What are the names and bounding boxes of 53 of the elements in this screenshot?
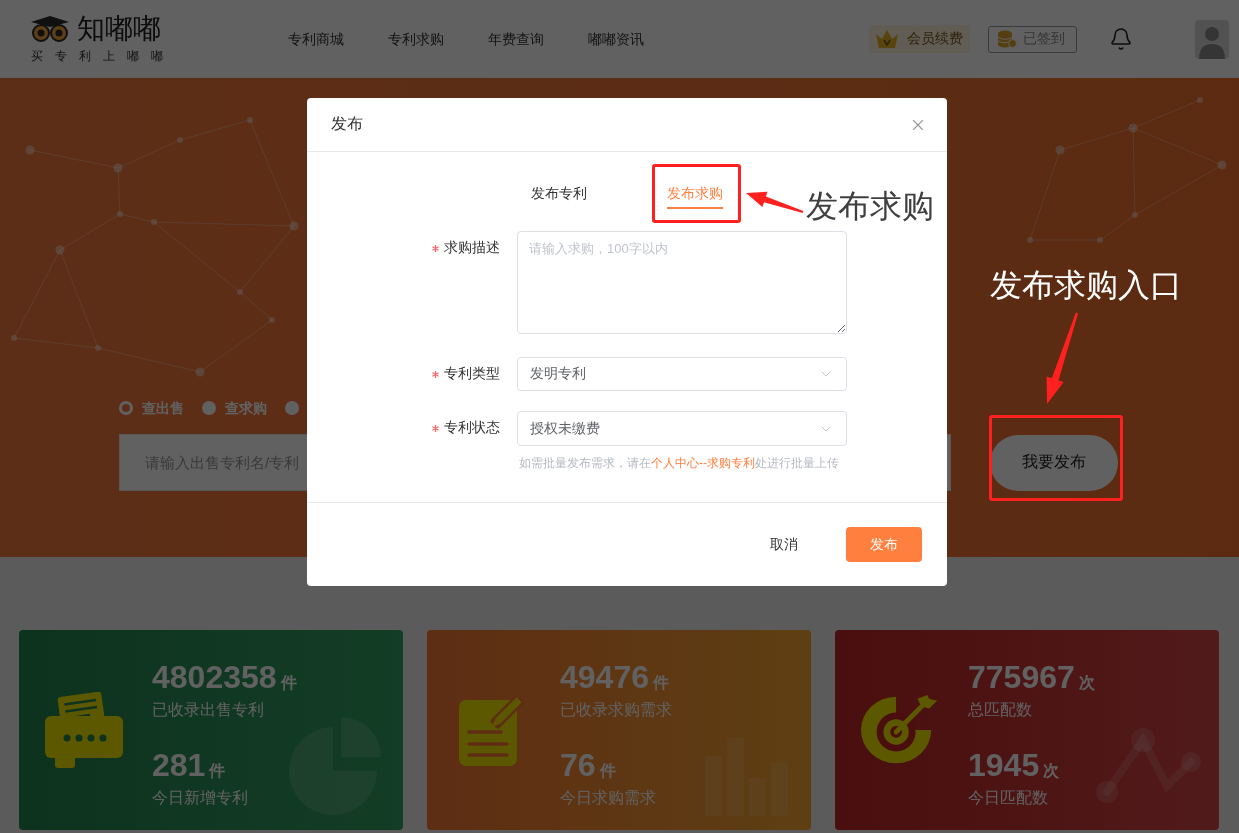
select-field[interactable]: 发明专利 <box>517 357 847 391</box>
stat-number: 281 <box>152 747 206 783</box>
dialog-title: 发布 <box>331 114 363 134</box>
logo-text: 知嘟嘟 <box>77 15 161 43</box>
target-arrow-icon <box>861 694 939 766</box>
stat-unit: 件 <box>599 761 616 781</box>
publish-button[interactable]: 我要发布 <box>990 434 1118 491</box>
hint-text: 如需批量发布需求，请在个人中心--求购专利处进行批量上传 <box>519 455 839 471</box>
radio-button[interactable] <box>285 401 299 415</box>
stat-label: 今日匹配数 <box>968 788 1049 808</box>
stat-unit: 件 <box>209 761 226 781</box>
printer-icon <box>45 692 123 768</box>
stat-label: 已收录出售专利 <box>152 700 265 720</box>
owl-logo-icon <box>29 16 71 42</box>
stat-number: 4802358 <box>152 659 277 695</box>
nav-link[interactable]: 专利求购 <box>388 29 444 49</box>
description-field[interactable]: 请输入求购，100字以内 <box>517 231 847 334</box>
form-label: 求购描述 <box>444 239 500 257</box>
stat-unit: 次 <box>1078 673 1095 693</box>
search-mode-option[interactable]: 查出售 <box>119 400 184 416</box>
stat-number: 775967 <box>968 659 1075 695</box>
stat-label: 今日新增专利 <box>152 788 249 808</box>
stat-number: 1945 <box>968 747 1040 783</box>
arrow-icon <box>746 191 804 213</box>
cancel-button[interactable]: 取消 <box>746 527 822 562</box>
tab[interactable]: 发布求购 <box>667 183 723 209</box>
stat-unit: 件 <box>280 673 297 693</box>
stat-label: 已收录求购需求 <box>560 700 672 720</box>
stat-number: 76 <box>560 747 596 783</box>
nav-link[interactable]: 年费查询 <box>488 29 544 49</box>
select-field[interactable]: 授权未缴费 <box>517 411 847 446</box>
callout-text: 发布求购入口 <box>990 266 1182 304</box>
hint-link[interactable]: 个人中心--求购专利 <box>651 456 755 470</box>
callout-text: 发布求购 <box>806 187 934 225</box>
member-renew-button[interactable]: 会员续费 <box>869 25 970 53</box>
stat-number: 49476 <box>560 659 649 695</box>
nav-link[interactable]: 嘟嘟资讯 <box>588 29 644 49</box>
notepad-pencil-icon <box>459 694 525 766</box>
tab[interactable]: 发布专利 <box>531 183 587 209</box>
form-label: 专利状态 <box>444 419 500 437</box>
form-label: 专利类型 <box>444 365 500 383</box>
nav-link[interactable]: 专利商城 <box>288 29 344 49</box>
stat-label: 今日求购需求 <box>560 788 657 808</box>
avatar-icon[interactable] <box>1195 19 1229 59</box>
coins-icon <box>997 30 1017 48</box>
crown-icon <box>875 29 899 49</box>
stat-unit: 件 <box>653 673 669 693</box>
bell-icon[interactable] <box>1109 27 1133 51</box>
stat-label: 总匹配数 <box>968 700 1033 720</box>
arrow-icon <box>1046 312 1079 404</box>
stat-unit: 次 <box>1043 761 1060 781</box>
submit-button[interactable]: 发布 <box>846 527 922 562</box>
search-mode-option[interactable]: 查求购 <box>202 400 267 416</box>
